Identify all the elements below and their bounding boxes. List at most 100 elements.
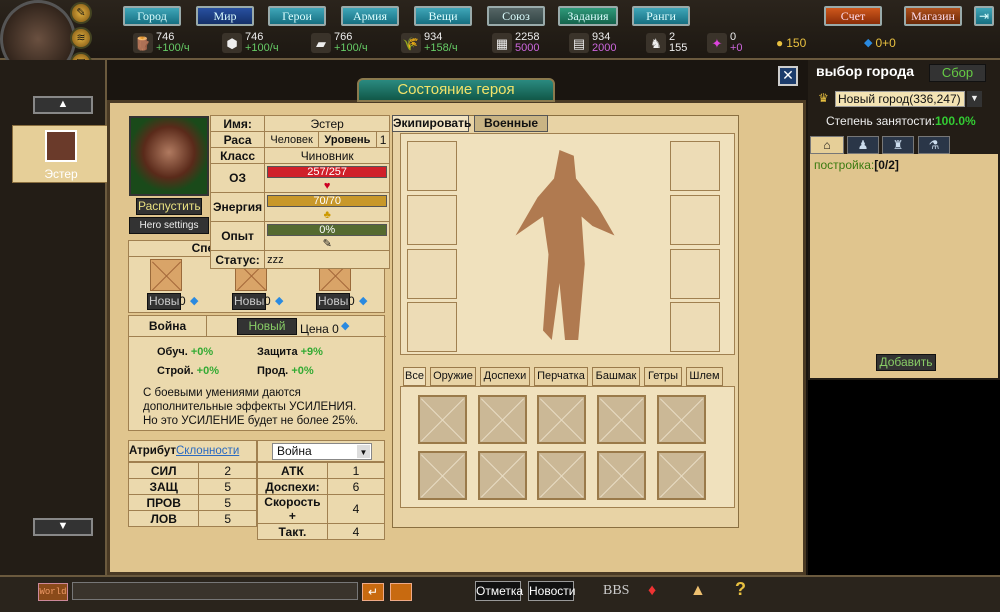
nav-items[interactable]: Вещи — [414, 6, 472, 26]
inventory-slot[interactable] — [597, 451, 646, 500]
book-icon[interactable]: ▲ — [690, 582, 706, 600]
crystal-icon: ✦ — [707, 33, 727, 53]
chat-input[interactable] — [72, 582, 358, 600]
crown-icon: ♛ — [818, 91, 829, 105]
status-label: Статус: — [209, 250, 266, 269]
tab-military[interactable]: Военные — [474, 115, 548, 132]
attr-value: 6 — [326, 478, 386, 495]
hero-level: 1 — [375, 131, 391, 148]
scroll-up-button[interactable]: ▲ — [33, 96, 93, 114]
nav-army[interactable]: Армия — [341, 6, 399, 26]
resource-wood: 🪵 746 +100/ч — [133, 30, 190, 56]
equip-slot[interactable] — [407, 141, 457, 191]
rank-icon[interactable]: ≋ — [70, 27, 92, 49]
inventory-slot[interactable] — [537, 395, 586, 444]
chat-window-icon[interactable] — [390, 583, 412, 601]
res-rate: +100/ч — [245, 42, 279, 54]
elixir-icon[interactable]: ♣ — [324, 209, 331, 221]
filter-all[interactable]: Все — [403, 367, 426, 386]
close-button[interactable]: ✕ — [778, 66, 798, 86]
nav-city[interactable]: Город — [123, 6, 181, 26]
inventory-slot[interactable] — [657, 395, 706, 444]
gold-balance: ● 150 — [776, 30, 806, 56]
equip-slot[interactable] — [670, 302, 720, 352]
attr-value: 2 — [198, 462, 257, 479]
attr-table-right: АТК 1 Доспехи: 6 Скорость +4 Такт. 4 — [257, 462, 386, 540]
filter-helmet[interactable]: Шлем — [686, 367, 723, 386]
filter-weapon[interactable]: Оружие — [430, 367, 476, 386]
equip-slot[interactable] — [407, 249, 457, 299]
tab-research-flask-icon[interactable]: ⚗ — [918, 136, 950, 154]
label: Имя: — [209, 115, 266, 132]
mark-button[interactable]: Отметка — [475, 581, 523, 601]
diamond-icon: ◆ — [190, 295, 199, 307]
bonus-defense: Защита +9% — [257, 346, 323, 358]
scroll-icon[interactable]: ✎ — [323, 238, 332, 250]
hero-info-table: Имя: Эстер Раса Человек Уровень 1 Класс Чинов… — [209, 115, 391, 269]
quest-icon[interactable]: ✎ — [70, 2, 92, 24]
city-select[interactable]: Новый город(336,247) — [835, 91, 965, 107]
equip-slot[interactable] — [670, 141, 720, 191]
alarm-icon[interactable]: ♦ — [648, 582, 656, 600]
inventory-slot[interactable] — [418, 395, 467, 444]
inventory-slot[interactable] — [657, 451, 706, 500]
hero-settings-button[interactable]: Hero settings — [129, 217, 209, 234]
chevron-down-icon[interactable]: ▼ — [967, 91, 982, 107]
tab-army-icon[interactable]: ♜ — [882, 136, 914, 154]
scroll-down-button[interactable]: ▼ — [33, 518, 93, 536]
grain-icon: 🌾 — [401, 33, 421, 53]
equip-slot[interactable] — [407, 302, 457, 352]
filter-gloves[interactable]: Перчатка — [534, 367, 588, 386]
tab-buildings-home-icon[interactable]: ⌂ — [810, 136, 844, 154]
account-button[interactable]: Счет — [824, 6, 882, 26]
inventory-slot[interactable] — [418, 451, 467, 500]
spec-slot[interactable] — [150, 259, 182, 291]
equip-slot[interactable] — [407, 195, 457, 245]
logout-icon[interactable]: ⇥ — [974, 6, 994, 26]
gem-value: 0+0 — [875, 35, 896, 50]
tab-equip[interactable]: Экипировать — [392, 115, 471, 132]
bbs-button[interactable]: BBS — [603, 583, 629, 599]
nav-world[interactable]: Мир — [196, 6, 254, 26]
nav-heroes[interactable]: Герои — [268, 6, 326, 26]
attr-row: ЛОВ 5 — [127, 510, 257, 527]
filter-boots[interactable]: Башмак — [592, 367, 640, 386]
hero-card[interactable]: Эстер — [12, 125, 108, 183]
war-new-button[interactable]: Новый — [237, 318, 297, 335]
storage-icon: ▦ — [492, 33, 512, 53]
attr-value: 1 — [326, 462, 386, 479]
attr-label: ЛОВ — [127, 510, 200, 527]
tab-heroes-person-icon[interactable]: ♟ — [847, 136, 879, 154]
collect-button[interactable]: Сбор — [929, 64, 986, 82]
equip-slot[interactable] — [670, 249, 720, 299]
attr-row: ЗАЩ 5 — [127, 478, 257, 495]
nav-quests[interactable]: Задания — [558, 6, 618, 26]
help-icon[interactable]: ? — [735, 579, 746, 600]
spec-new-button[interactable]: Новы — [316, 293, 351, 310]
inventory-slot[interactable] — [478, 395, 527, 444]
chat-channel-button[interactable]: World — [38, 583, 68, 601]
inventory-slot[interactable] — [537, 451, 586, 500]
filter-greaves[interactable]: Гетры — [644, 367, 682, 386]
inventory-slot[interactable] — [478, 451, 527, 500]
spec-new-button[interactable]: Новы — [232, 293, 267, 310]
add-button[interactable]: Добавить — [876, 354, 936, 371]
shop-button[interactable]: Магазин — [904, 6, 962, 26]
nav-ranks[interactable]: Ранги — [632, 6, 690, 26]
news-button[interactable]: Новости — [528, 581, 575, 601]
nav-alliance[interactable]: Союз — [487, 6, 545, 26]
hero-portrait — [129, 116, 209, 196]
gold-value: 150 — [786, 35, 807, 50]
tab-attributes[interactable]: Атрибут — [129, 445, 176, 457]
dismiss-button[interactable]: Распустить — [136, 198, 202, 215]
spec-new-button[interactable]: Новы — [147, 293, 182, 310]
filter-armor[interactable]: Доспехи — [480, 367, 530, 386]
tab-tendencies[interactable]: Склонности — [176, 445, 239, 457]
label: Энергия — [209, 192, 266, 222]
attr-row: Скорость +4 — [257, 494, 386, 524]
inventory-slot[interactable] — [597, 395, 646, 444]
spec-select[interactable]: Война ▼ — [272, 443, 372, 460]
equip-slot[interactable] — [670, 195, 720, 245]
send-enter-icon[interactable]: ↵ — [362, 583, 384, 601]
potion-icon[interactable]: ♥ — [324, 180, 331, 192]
